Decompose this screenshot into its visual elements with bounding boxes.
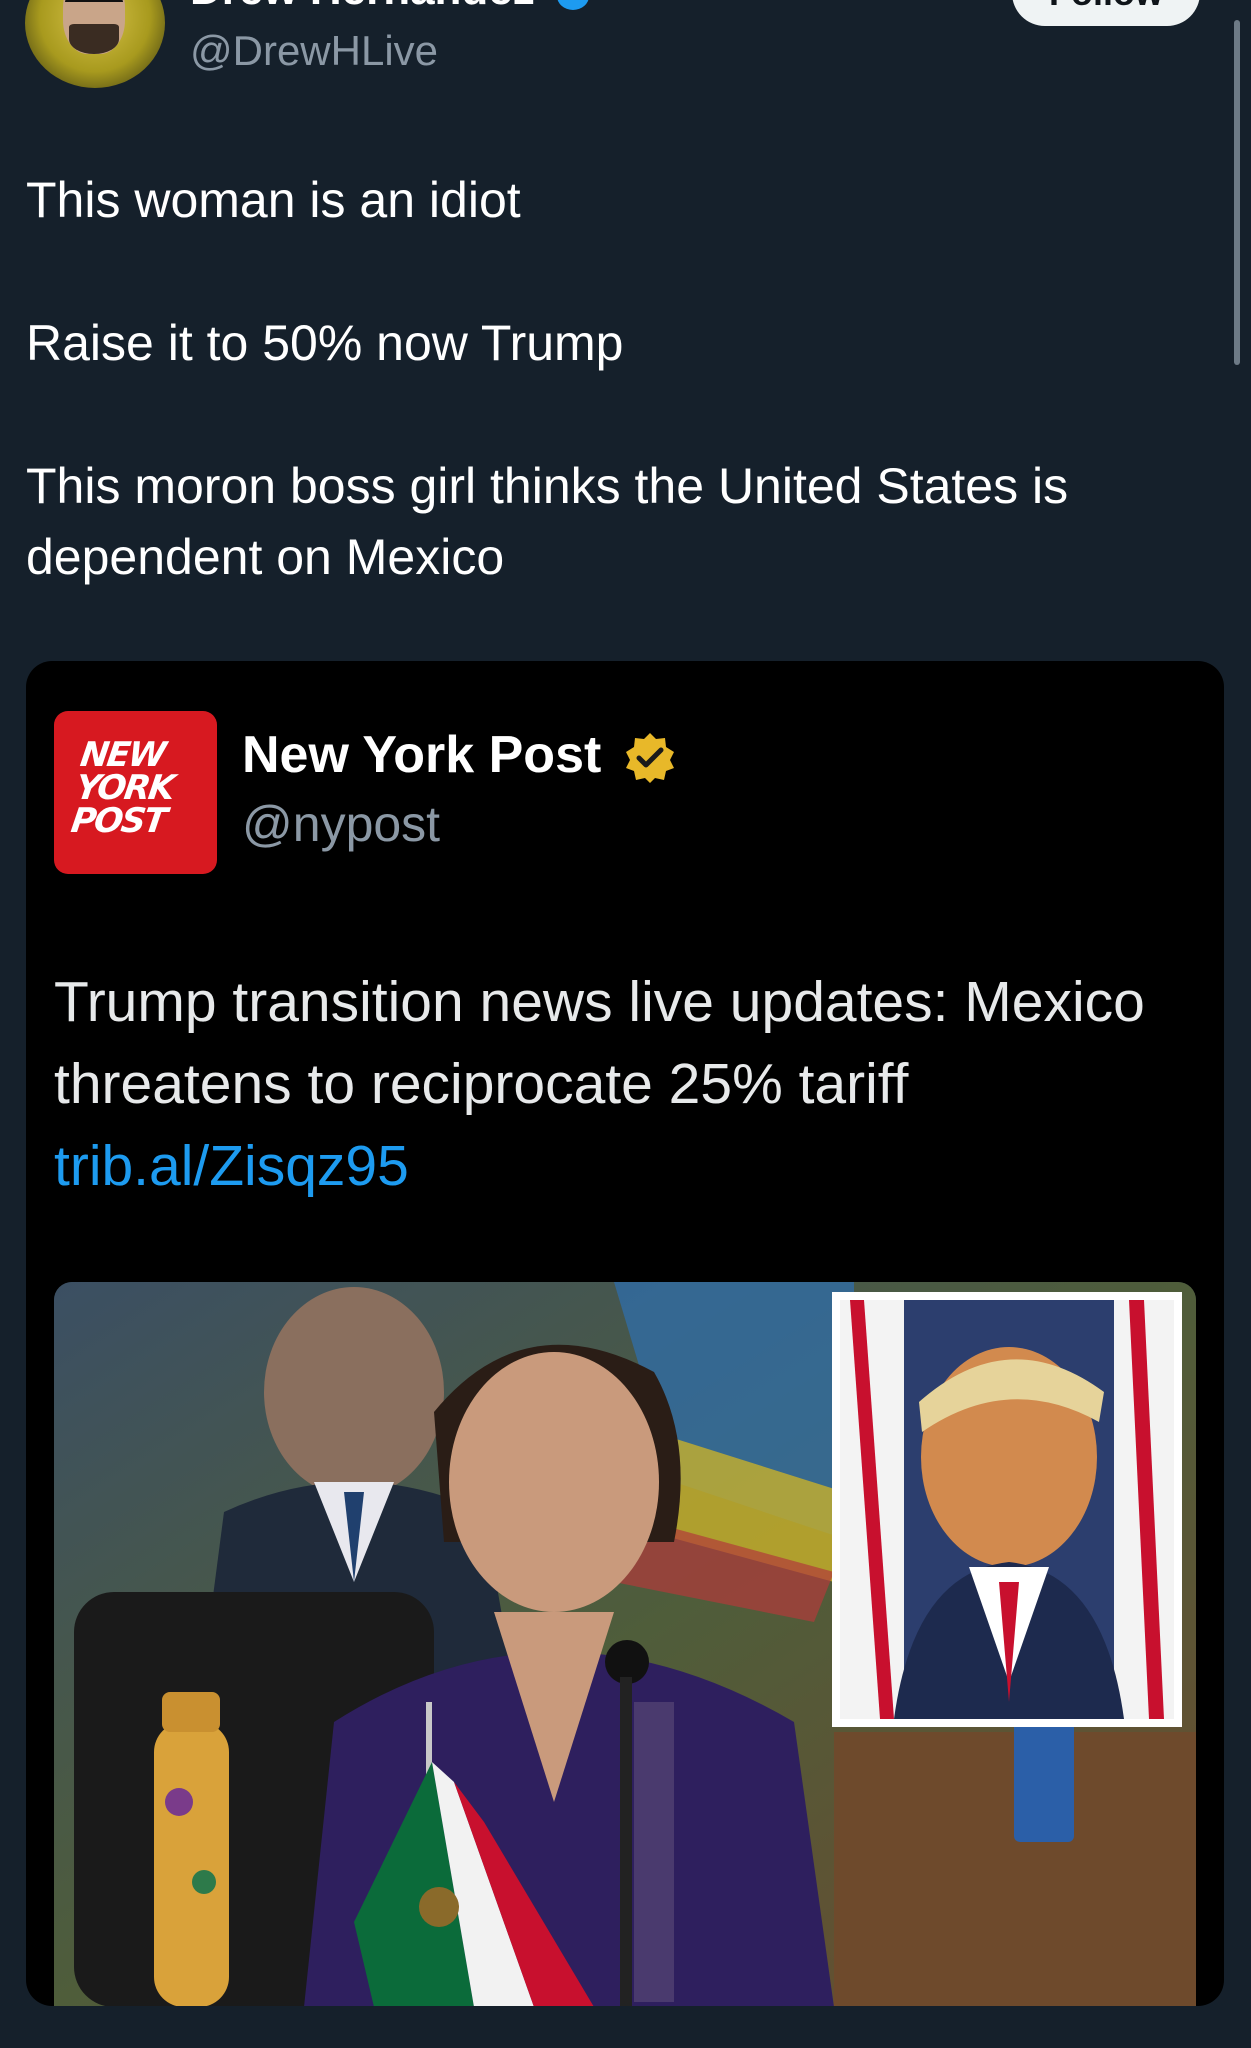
quoted-link[interactable]: trib.al/Zisqz95 — [54, 1134, 409, 1198]
author-handle[interactable]: @DrewHLive — [190, 25, 438, 77]
nypost-logo-text: NEW YORK POST — [68, 735, 176, 841]
tweet-line: This moron boss girl thinks the United S… — [26, 458, 1069, 585]
quoted-post-card[interactable]: NEW YORK POST New York Post @nypost Trum… — [26, 661, 1224, 2006]
quoted-media-image[interactable] — [54, 1282, 1196, 2006]
gold-verified-badge-icon — [626, 733, 674, 783]
tweet-header: Drew Hernandez @DrewHLive Follow — [0, 0, 1251, 100]
quoted-display-name[interactable]: New York Post — [242, 725, 601, 785]
scrollbar[interactable] — [1234, 20, 1240, 365]
quoted-text: Trump transition news live updates: Mexi… — [54, 961, 1184, 1207]
tweet-text: This woman is an idiot Raise it to 50% n… — [26, 165, 1196, 593]
quoted-text-body: Trump transition news live updates: Mexi… — [54, 970, 1145, 1116]
avatar-glasses — [65, 0, 123, 14]
verified-badge-icon — [557, 0, 589, 10]
nypost-avatar[interactable]: NEW YORK POST — [54, 711, 217, 874]
tweet-line: Raise it to 50% now Trump — [26, 315, 624, 371]
author-display-name[interactable]: Drew Hernandez — [190, 0, 535, 16]
tweet-page: Drew Hernandez @DrewHLive Follow This wo… — [0, 0, 1251, 2048]
media-illustration — [54, 1282, 1196, 2006]
follow-button[interactable]: Follow — [1012, 0, 1200, 26]
tweet-line: This woman is an idiot — [26, 172, 521, 228]
avatar-beard — [69, 24, 119, 54]
author-avatar[interactable] — [25, 0, 165, 88]
quoted-handle[interactable]: @nypost — [242, 794, 440, 854]
